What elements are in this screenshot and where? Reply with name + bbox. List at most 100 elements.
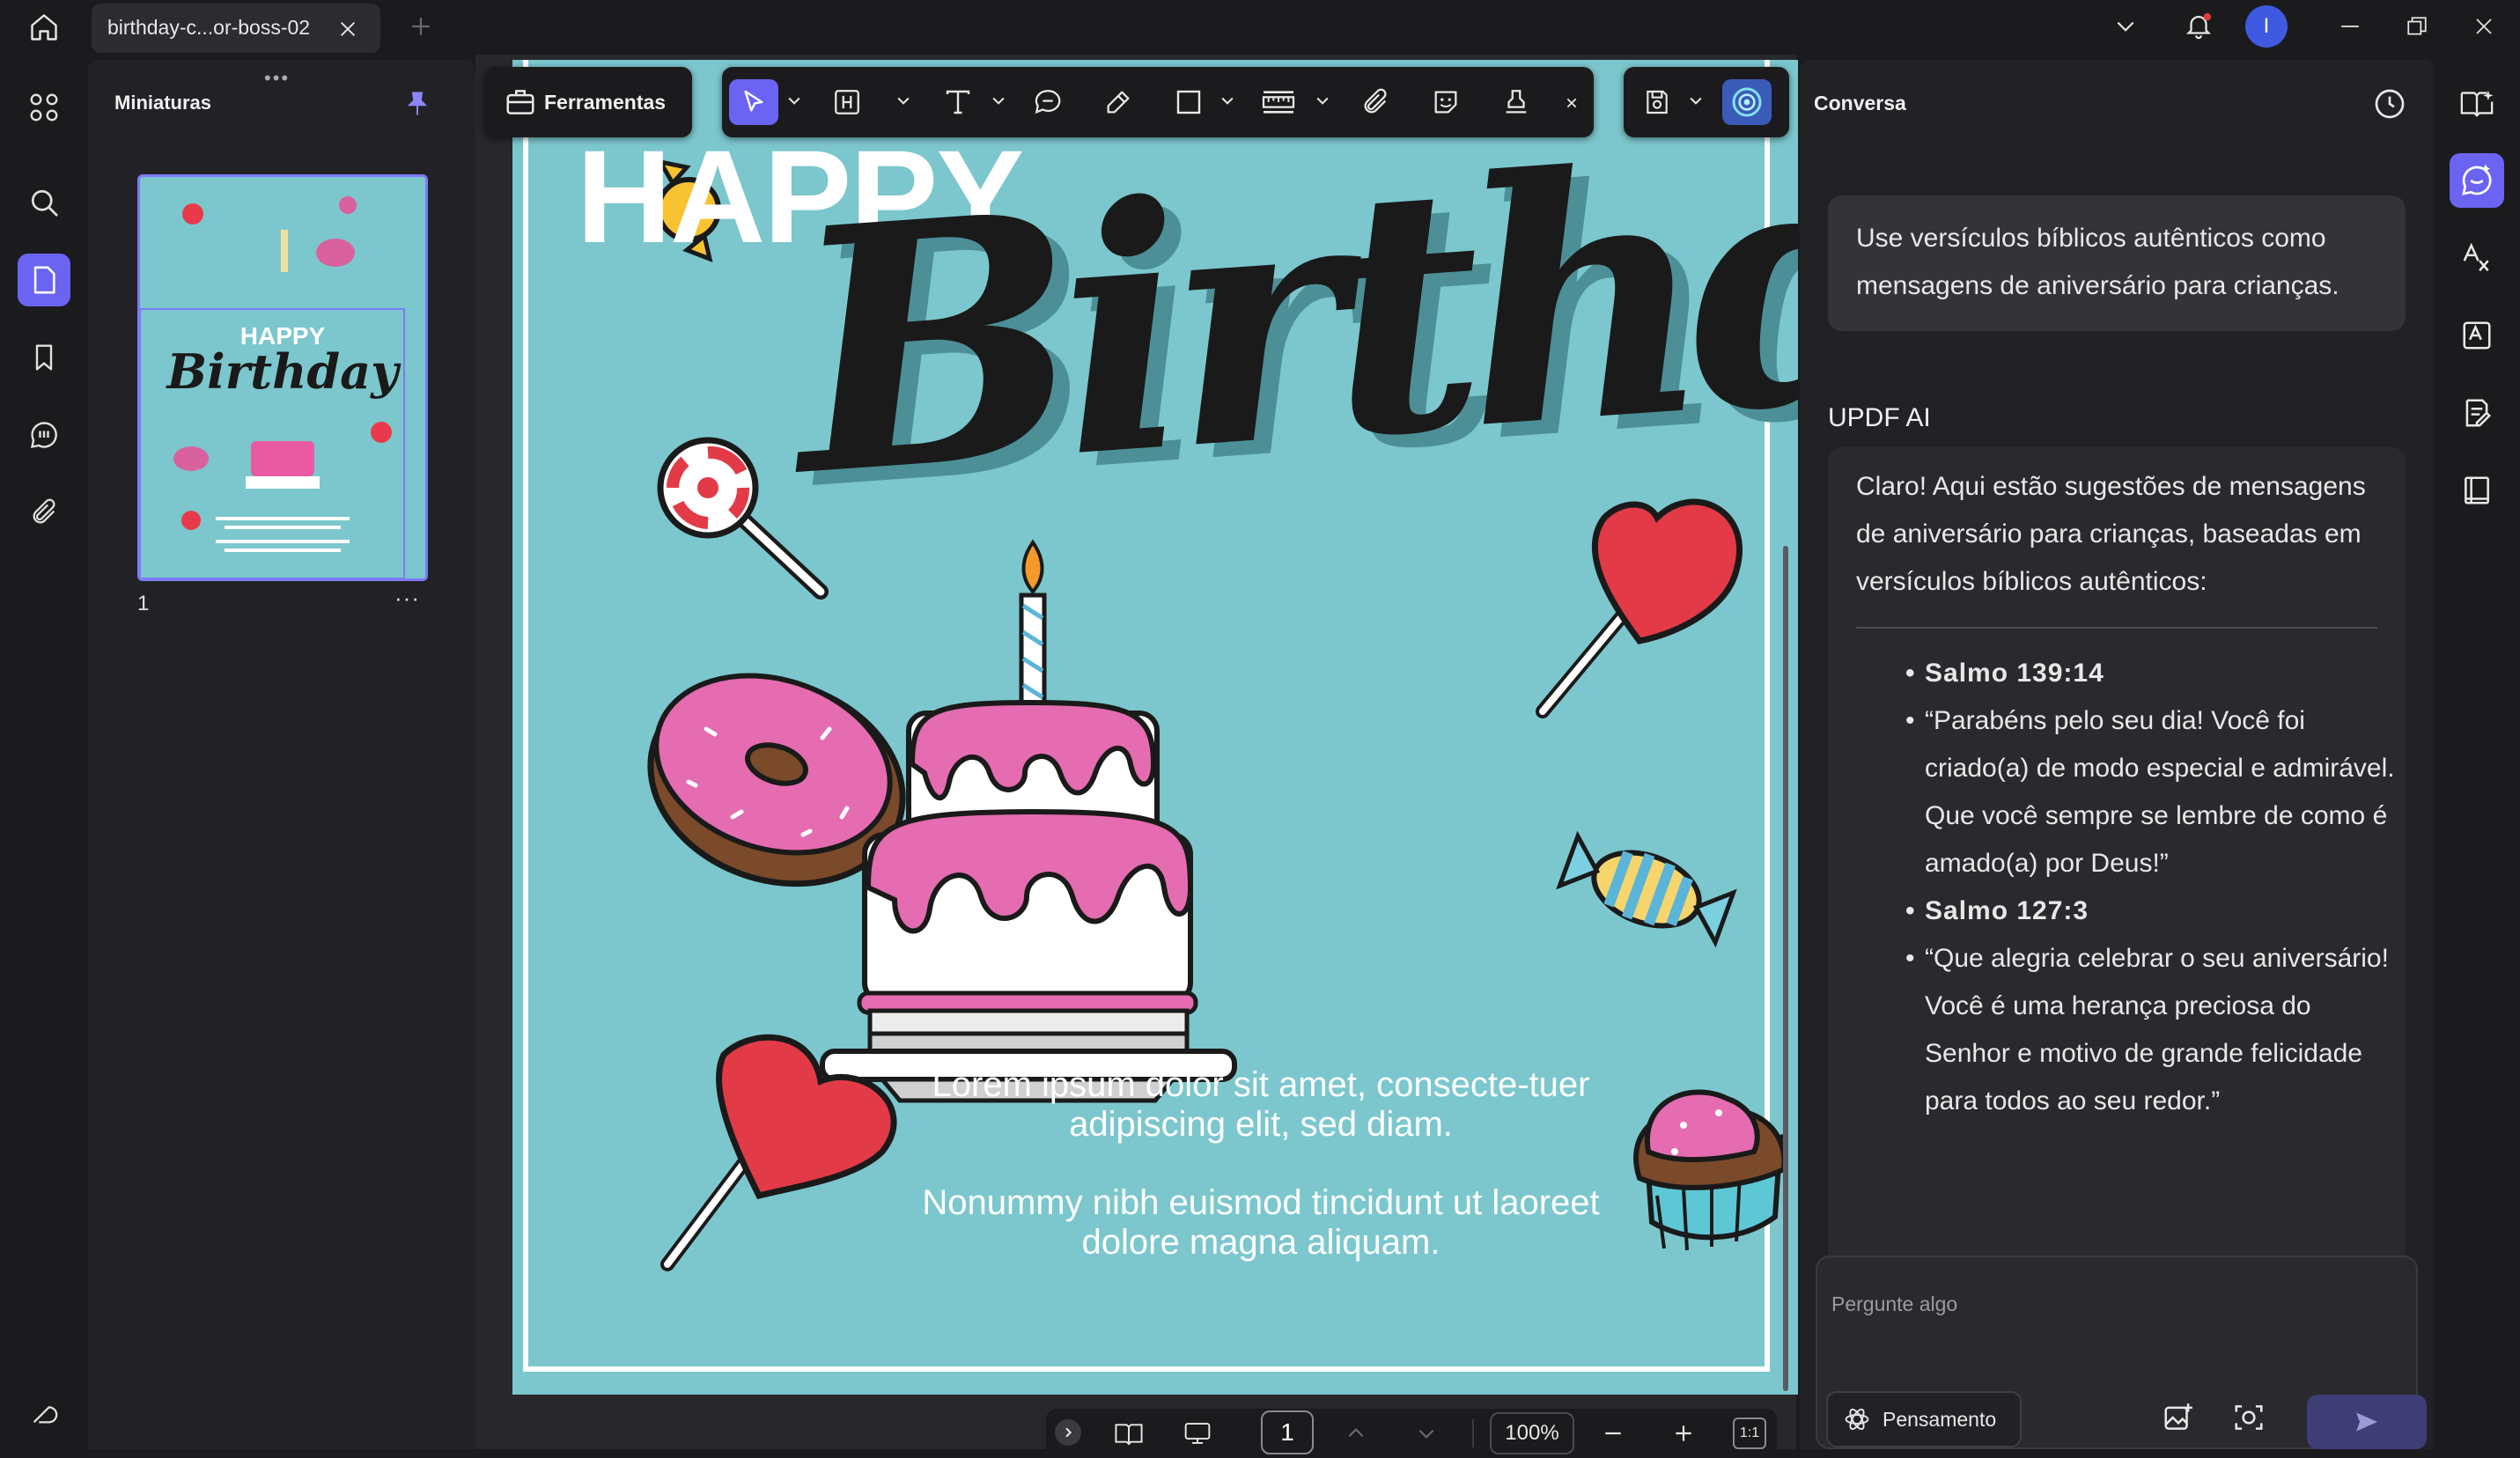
reader-view-button[interactable] [2450,463,2504,518]
reading-mode-button[interactable] [1109,1414,1148,1453]
previous-page-button[interactable] [1337,1414,1375,1453]
save-button[interactable] [1632,79,1682,125]
ai-chat-panel: Conversa Use versículos bíblicos autênti… [1800,60,2434,1449]
ocr-button[interactable] [2450,308,2504,363]
page-thumbnail[interactable]: HAPPY Birthday [137,174,428,581]
close-window-button[interactable] [2462,7,2506,46]
bookmarks-button[interactable] [18,331,70,384]
thinking-toggle[interactable]: Pensamento [1826,1391,2022,1447]
expand-nav-button[interactable] [1055,1419,1081,1446]
panel-drag-handle[interactable]: ••• [264,67,290,90]
text-box-icon [835,90,859,114]
pdf-page[interactable]: HAPPY Birthday Lorem ipsum dolor sit ame… [512,60,1798,1395]
user-avatar[interactable]: I [2245,5,2288,48]
bookmark-icon [35,344,53,371]
chevron-down-icon[interactable] [1314,92,1331,109]
chevron-down-icon[interactable] [1687,92,1705,109]
page-navigation-bar: 1 100% 1:1 [1046,1409,1777,1458]
book-open-icon [1115,1424,1143,1446]
book-icon [2465,476,2489,504]
ai-chat-button[interactable] [2450,153,2504,208]
toolbox-icon [506,90,534,114]
close-tab-button[interactable] [331,12,365,46]
assistant-intro: Claro! Aqui estão sugestões de mensagens… [1856,472,2366,596]
translate-button[interactable] [2450,231,2504,285]
current-page-input[interactable]: 1 [1261,1410,1314,1454]
select-tool-button[interactable] [729,79,778,125]
text-recognition-icon [2463,321,2491,350]
chevron-down-icon[interactable] [895,92,912,109]
next-page-button[interactable] [1407,1414,1446,1453]
zoom-level[interactable]: 100% [1490,1412,1574,1454]
stamp-tool-button[interactable] [1492,79,1541,125]
chat-input[interactable] [1830,1268,2397,1340]
zoom-in-button[interactable] [1664,1414,1703,1453]
divider [1856,627,2377,629]
clock-icon [2375,89,2405,119]
minimize-icon [2341,26,2359,27]
minimize-button[interactable] [2328,7,2372,46]
actual-size-button[interactable]: 1:1 [1733,1418,1766,1449]
text-tool-button[interactable] [933,79,983,125]
shape-tool-button[interactable] [1164,79,1213,125]
pin-panel-button[interactable] [398,85,437,123]
document-tab-label: birthday-c...or-boss-02 [107,16,311,39]
ai-assistant-button[interactable] [1722,79,1772,125]
organize-pages-button[interactable] [18,81,70,134]
restore-button[interactable] [2395,7,2439,46]
thumbnail-more-button[interactable]: ··· [394,585,420,612]
chevron-down-icon [1418,1429,1434,1439]
assistant-name: UPDF AI [1828,403,1931,432]
feather-icon [33,1406,58,1424]
ai-sidebar-button[interactable] [18,1386,70,1439]
chevron-down-icon[interactable] [990,92,1007,109]
presentation-button[interactable] [1178,1414,1217,1453]
minus-icon [1605,1432,1621,1435]
tools-menu-button[interactable]: Ferramentas [484,67,692,137]
chevron-down-icon[interactable] [785,92,803,109]
verse-list: Salmo 139:14 “Parabéns pelo seu dia! Voc… [1905,650,2398,1125]
new-tab-button[interactable] [402,7,440,46]
form-tools-button[interactable] [2450,386,2504,440]
paperclip-icon [1364,88,1387,114]
thumbnails-button[interactable] [18,254,70,306]
search-button[interactable] [18,176,70,229]
zoom-out-button[interactable] [1594,1414,1632,1453]
page-icon [33,266,55,294]
close-icon [2476,18,2492,34]
attachments-button[interactable] [18,486,70,539]
chevron-down-icon[interactable] [1219,92,1236,109]
document-tab[interactable]: birthday-c...or-boss-02 [92,4,380,53]
plus-icon [1676,1425,1691,1441]
home-button[interactable] [19,5,69,49]
send-button[interactable] [2307,1395,2427,1449]
document-scrollbar[interactable] [1783,546,1788,1391]
svg-text:Birthday: Birthday [166,343,402,400]
thumbnail-page-number: 1 [137,592,150,615]
upload-image-button[interactable] [2154,1393,2203,1442]
notifications-button[interactable] [2177,4,2221,48]
sticker-tool-button[interactable] [1421,79,1470,125]
comments-button[interactable] [18,409,70,461]
panel-title: Miniaturas [114,92,212,114]
comment-icon [1035,90,1061,114]
stamp-icon [1506,90,1527,114]
ai-reader-button[interactable] [2450,76,2504,130]
window-menu-button[interactable] [2104,7,2147,46]
comment-tool-button[interactable] [1023,79,1072,125]
ruler-icon [1262,91,1295,114]
close-icon[interactable] [1566,97,1578,109]
chevron-down-icon [2117,21,2134,32]
measure-tool-button[interactable] [1254,79,1303,125]
text-box-tool-button[interactable] [822,79,872,125]
screenshot-button[interactable] [2224,1393,2273,1442]
pen-tool-button[interactable] [1094,79,1143,125]
image-add-icon [2164,1403,2192,1430]
camera-icon [2235,1405,2263,1430]
attach-tool-button[interactable] [1351,79,1400,125]
atom-icon [1845,1408,1869,1431]
send-icon [2356,1412,2377,1432]
right-rail [2434,55,2520,1449]
tools-label: Ferramentas [544,90,667,114]
chat-history-button[interactable] [2367,81,2413,127]
